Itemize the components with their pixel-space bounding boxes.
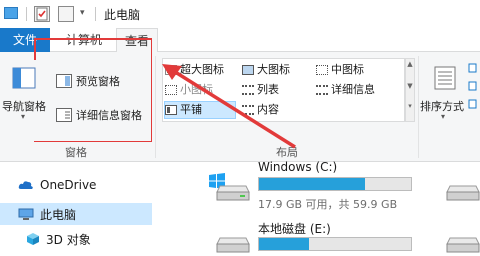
sort-by-icon (434, 66, 456, 90)
nav-item-this-pc[interactable]: 此电脑 (0, 203, 152, 225)
annotation-view-tab-box-top (34, 38, 36, 60)
drive-icon-partial (446, 185, 480, 201)
cloud-icon (18, 181, 33, 189)
title-separator (95, 7, 96, 21)
quick-access-separator (26, 7, 27, 21)
panes-group-label: 窗格 (65, 146, 87, 159)
layout-gallery-scroll[interactable]: ▲ ▼ ▾ (405, 58, 415, 122)
drive-c-free-space: 17.9 GB 可用，共 59.9 GB (258, 198, 398, 211)
app-icon[interactable] (4, 7, 18, 19)
annotation-arrow (162, 64, 296, 149)
details-icon (316, 85, 328, 95)
drive-c-usage-bar (258, 177, 412, 191)
navigation-pane-icon (12, 67, 36, 89)
properties-icon[interactable] (34, 6, 50, 22)
medium-icons-icon (316, 65, 328, 75)
layout-details[interactable]: 详细信息 (316, 81, 400, 99)
drive-e-usage-bar (258, 237, 412, 251)
nav-item-onedrive[interactable]: OneDrive (0, 174, 152, 196)
sort-by-button[interactable]: 排序方式 ▾ (420, 60, 470, 121)
drive-e-usage-fill (259, 238, 310, 250)
annotation-view-tab-box-topline (34, 38, 152, 40)
sort-by-dropdown-icon: ▾ (441, 112, 446, 121)
drive-e-icon (216, 237, 250, 253)
new-folder-icon[interactable] (58, 6, 74, 22)
group-by-icon[interactable] (468, 62, 478, 112)
drive-e-name[interactable]: 本地磁盘 (E:) (258, 220, 331, 237)
drive-icon-partial-2 (446, 237, 480, 253)
layout-medium-icons[interactable]: 中图标 (316, 61, 400, 79)
quick-access-dropdown-icon[interactable]: ▾ (80, 8, 85, 18)
window-title: 此电脑 (104, 8, 141, 22)
cube-icon (27, 233, 39, 245)
nav-item-3d-objects[interactable]: 3D 对象 (0, 228, 152, 250)
drive-c-icon (216, 185, 250, 201)
drive-c-name[interactable]: Windows (C:) (258, 160, 337, 174)
nav-item-label: OneDrive (40, 178, 97, 192)
group-separator (418, 56, 419, 158)
layout-item-label: 中图标 (331, 63, 364, 76)
computer-icon (18, 208, 34, 220)
navigation-pane-dropdown-icon: ▾ (21, 112, 26, 121)
layout-item-label: 详细信息 (331, 83, 375, 96)
drive-c-usage-fill (259, 178, 366, 190)
annotation-view-tab-box (34, 38, 152, 142)
nav-item-label: 此电脑 (40, 207, 77, 222)
nav-item-label: 3D 对象 (46, 232, 91, 247)
